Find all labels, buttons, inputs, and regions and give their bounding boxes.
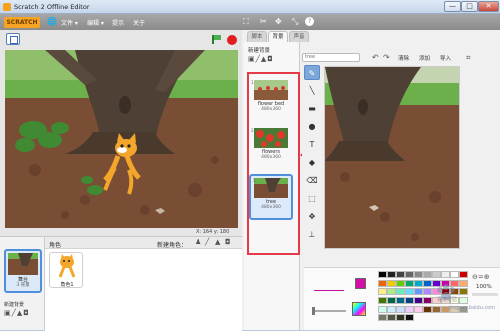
new-backdrop-title: 新建背景	[248, 48, 271, 54]
menu-tips[interactable]: 提示	[112, 18, 124, 27]
choose-sprite-icon[interactable]: ♟	[195, 238, 201, 246]
backdrop-name-field[interactable]: tree	[302, 53, 360, 62]
paint-sprite-icon[interactable]: ╱	[205, 238, 209, 246]
ellipse-icon[interactable]: ●	[304, 119, 320, 134]
library-icon[interactable]: ▣	[248, 55, 256, 63]
presentation-mode-icon[interactable]	[6, 33, 20, 45]
window-title: Scratch 2 Offline Editor	[14, 3, 90, 11]
duplicate-stamp-icon[interactable]: ⛶	[243, 17, 249, 27]
sprite-list: 角色 新建角色： ♟ ╱ ▲ ◘ 角色1	[44, 237, 243, 331]
canvas-image-tree	[325, 67, 459, 248]
watermark-line1: 百度经验	[437, 297, 458, 303]
paint-canvas[interactable]	[324, 66, 460, 249]
new-backdrop-label: 新建背景	[4, 302, 25, 308]
new-sprite-label: 新建角色：	[157, 242, 188, 249]
sprite-tile-sprite1[interactable]: 角色1	[49, 252, 83, 288]
color-picker-swatch[interactable]	[352, 302, 366, 316]
stage-thumb-image	[8, 253, 38, 275]
left-column: X: 164 y: 180 舞台 3 背景 新建背景 ▣╱▲◘ 角色 新建角色：…	[0, 30, 243, 331]
minimize-button[interactable]: —	[444, 1, 461, 12]
import-button[interactable]: 导入	[440, 54, 451, 62]
stage-backdrop-tree	[5, 50, 238, 228]
eraser-icon[interactable]: ⌫	[304, 173, 320, 188]
stop-icon[interactable]	[227, 35, 237, 45]
mouse-coordinates: X: 164 y: 180	[196, 229, 230, 235]
tab-scripts[interactable]: 脚本	[247, 31, 267, 42]
menu-file[interactable]: 文件 ▾	[61, 18, 78, 27]
sprites-pane: 舞台 3 背景 新建背景 ▣╱▲◘ 角色 新建角色： ♟ ╱ ▲ ◘ 角色1	[0, 236, 243, 331]
shrink-icon[interactable]: ⤡	[292, 17, 298, 27]
new-backdrop-icons: ▣╱▲◘	[4, 309, 30, 317]
undo-icon[interactable]: ↶	[372, 53, 379, 62]
camera-icon[interactable]: ◘	[267, 55, 274, 63]
stroke-preview	[314, 290, 344, 291]
add-button[interactable]: 添加	[419, 54, 430, 62]
sprites-title: 角色	[49, 242, 62, 249]
menu-about[interactable]: 关于	[133, 18, 145, 27]
stamp-icon[interactable]: ⊥	[304, 227, 320, 242]
select-icon[interactable]: ⬚	[304, 191, 320, 206]
fill-icon[interactable]: ◆	[304, 155, 320, 170]
menu-bar: SCRATCH 🌐 文件 ▾ 编辑 ▾ 提示 关于 ⛶ ✂ ✥ ⤡ ?	[0, 14, 500, 30]
stage-thumbnail-tile[interactable]: 舞台 3 背景	[4, 249, 42, 293]
highlight-annotation-box	[247, 72, 300, 255]
globe-icon[interactable]: 🌐	[47, 17, 57, 26]
delete-scissors-icon[interactable]: ✂	[260, 17, 267, 26]
magic-select-icon[interactable]: ✥	[304, 209, 320, 224]
help-icon[interactable]: ?	[305, 17, 314, 26]
sprite1-label: 角色1	[60, 282, 74, 288]
stage-backdrop-count: 3 背景	[16, 283, 30, 288]
scratch-app-icon	[3, 3, 11, 11]
clear-button[interactable]: 清除	[398, 54, 409, 62]
camera-sprite-icon[interactable]: ◘	[225, 238, 231, 246]
window-titlebar: Scratch 2 Offline Editor — □ ✕	[0, 0, 500, 14]
brush-size-slider[interactable]	[312, 307, 346, 315]
green-flag-icon[interactable]	[212, 35, 221, 44]
crop-icon[interactable]: ⌗	[466, 53, 471, 63]
choose-backdrop-icon[interactable]: ▣	[4, 309, 12, 317]
maximize-button[interactable]: □	[461, 1, 478, 12]
sprite-list-header: 角色 新建角色： ♟ ╱ ▲ ◘	[45, 237, 243, 249]
stage-thumbnail	[8, 253, 38, 275]
new-backdrop-tools: ▣╱▲◘	[248, 55, 274, 63]
sprite1-thumbnail	[58, 254, 76, 278]
rectangle-icon[interactable]: ▬	[304, 101, 320, 116]
close-button[interactable]: ✕	[478, 1, 499, 12]
stage-toolbar	[0, 30, 242, 50]
tab-sounds[interactable]: 声音	[289, 31, 309, 42]
grow-icon[interactable]: ✥	[275, 17, 282, 26]
menu-edit[interactable]: 编辑 ▾	[87, 18, 104, 27]
paintbrush-icon[interactable]: ✎	[304, 65, 320, 80]
stage-canvas[interactable]	[5, 50, 238, 228]
tab-backdrops[interactable]: 背景	[268, 31, 288, 42]
text-icon[interactable]: T	[304, 137, 320, 152]
upload-sprite-icon[interactable]: ▲	[215, 238, 220, 246]
primary-color-swatch[interactable]	[355, 278, 366, 289]
camera-backdrop-icon[interactable]: ◘	[23, 309, 30, 317]
redo-icon[interactable]: ↷	[383, 53, 390, 62]
watermark-line2: jingyan.baidu.com	[449, 305, 496, 311]
scratch-logo[interactable]: SCRATCH	[4, 17, 40, 28]
line-icon[interactable]: ╲	[304, 83, 320, 98]
paint-tools: ✎ ╲ ▬ ● T ◆ ⌫ ⬚ ✥ ⊥	[304, 65, 321, 255]
